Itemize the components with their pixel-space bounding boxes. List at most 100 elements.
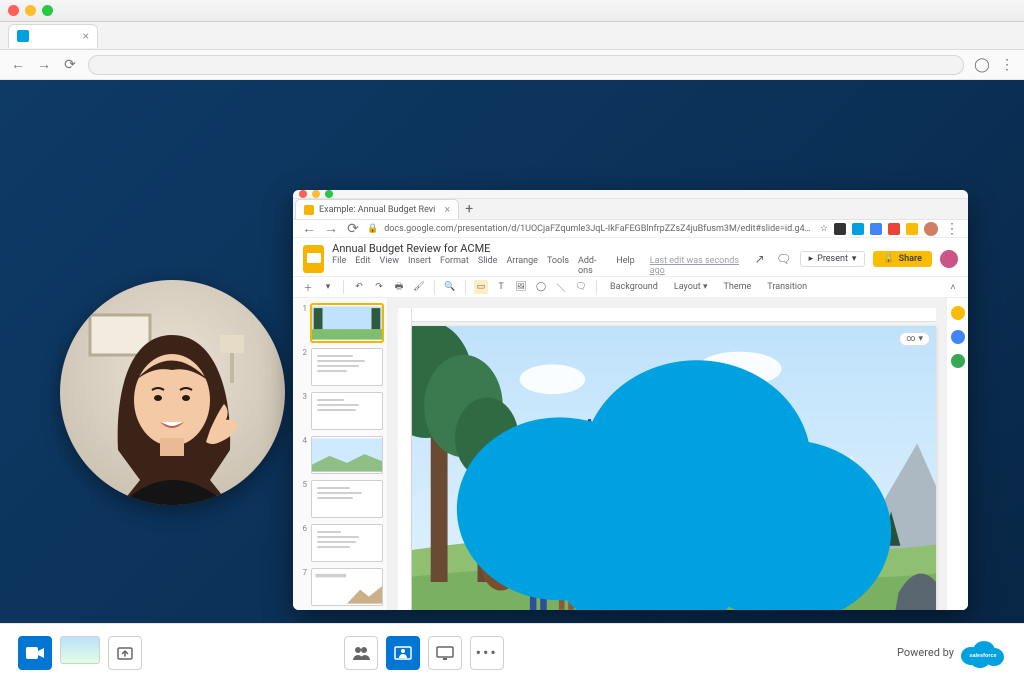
redo-icon[interactable]: ↷ [372, 280, 386, 294]
window-close-icon[interactable] [8, 5, 19, 16]
toolbar-theme-button[interactable]: Theme [719, 281, 757, 293]
slide-thumbnail[interactable] [311, 480, 383, 518]
menu-arrange[interactable]: Arrange [506, 256, 538, 276]
tasks-icon[interactable] [951, 330, 965, 344]
extension-icon[interactable] [852, 223, 864, 235]
menu-help[interactable]: Help [616, 256, 634, 276]
menu-addons[interactable]: Add-ons [578, 256, 607, 276]
back-icon[interactable]: ← [10, 56, 26, 73]
inner-reload-icon[interactable]: ⟳ [345, 221, 361, 237]
slides-favicon-icon [304, 205, 314, 215]
window-minimize-icon[interactable] [25, 5, 36, 16]
extension-icon[interactable] [870, 223, 882, 235]
inner-zoom-icon[interactable] [325, 190, 333, 198]
outer-url-bar[interactable] [88, 55, 964, 75]
participant-avatar-icon [60, 280, 285, 505]
slide-thumbnail[interactable] [311, 304, 383, 342]
slide-link-chip[interactable]: ∞ ▾ [899, 332, 930, 346]
print-icon[interactable]: 🖶 [392, 280, 406, 294]
keep-icon[interactable] [951, 306, 965, 320]
inner-minimize-icon[interactable] [312, 190, 320, 198]
inner-menu-icon[interactable]: ⋮ [944, 221, 960, 237]
new-slide-icon[interactable]: ＋ [301, 280, 315, 294]
chevron-down-icon: ▾ [918, 334, 923, 344]
menu-format[interactable]: Format [440, 256, 469, 276]
screen-only-button[interactable] [428, 636, 462, 670]
person-screen-icon [394, 646, 412, 660]
slide-thumbnail[interactable] [311, 392, 383, 430]
presentation-title[interactable]: Annual Budget Review for ACME [332, 242, 743, 255]
inner-browser-tab[interactable]: Example: Annual Budget Revi × [295, 199, 459, 219]
share-upward-icon [117, 645, 133, 661]
inner-tab-close-icon[interactable]: × [444, 203, 450, 216]
shape-icon[interactable]: ◯ [534, 280, 548, 294]
inner-forward-icon[interactable]: → [323, 220, 339, 237]
profile-avatar-icon[interactable] [924, 222, 938, 236]
profile-icon[interactable]: ◯ [974, 57, 990, 73]
camera-toggle-button[interactable] [18, 636, 52, 670]
toolbar-layout-button[interactable]: Layout ▾ [669, 281, 713, 293]
new-tab-icon[interactable]: + [459, 201, 479, 217]
participant-video-bubble[interactable] [60, 280, 285, 505]
meeting-action-bar: ••• Powered by salesforce [0, 623, 1024, 681]
slide-thumbnail[interactable] [311, 348, 383, 386]
undo-icon[interactable]: ↶ [352, 280, 366, 294]
slide-thumbnail[interactable] [311, 568, 383, 606]
share-screen-button[interactable] [108, 636, 142, 670]
reload-icon[interactable]: ⟳ [62, 57, 78, 73]
slides-menubar: File Edit View Insert Format Slide Arran… [332, 256, 743, 276]
menu-file[interactable]: File [332, 256, 346, 276]
vertical-ruler [398, 308, 412, 610]
forward-icon[interactable]: → [36, 56, 52, 73]
slides-logo-icon[interactable] [303, 245, 324, 273]
hide-menus-icon[interactable]: ˄ [946, 280, 960, 294]
slide-number: 1 [297, 304, 307, 313]
toolbar-transition-button[interactable]: Transition [762, 281, 812, 293]
inner-close-icon[interactable] [299, 190, 307, 198]
slide-thumbnail[interactable] [311, 436, 383, 474]
chevron-down-icon[interactable]: ▾ [321, 280, 335, 294]
zoom-icon[interactable]: 🔍 [443, 280, 457, 294]
salesforce-logo-icon: salesforce [960, 638, 1006, 668]
share-button[interactable]: 🔒 Share [873, 251, 932, 267]
lock-icon: 🔒 [367, 224, 378, 234]
inner-back-icon[interactable]: ← [301, 220, 317, 237]
extension-icon[interactable] [888, 223, 900, 235]
menu-tools[interactable]: Tools [547, 256, 569, 276]
paint-format-icon[interactable]: 🖌 [412, 280, 426, 294]
more-options-button[interactable]: ••• [470, 636, 504, 670]
present-button[interactable]: ▸ Present ▾ [800, 251, 866, 267]
menu-insert[interactable]: Insert [408, 256, 431, 276]
slide-canvas[interactable]: Annual Budget Review July 4, 2020 Sally … [412, 326, 936, 610]
slide-thumbnail-panel[interactable]: 1 2 3 4 5 6 [293, 298, 388, 610]
comment-icon[interactable]: 🗨 [574, 280, 588, 294]
line-icon[interactable]: ＼ [554, 280, 568, 294]
comments-icon[interactable]: 🗨 [776, 251, 792, 267]
inner-tabstrip: Example: Annual Budget Revi × + [293, 199, 968, 220]
textbox-icon[interactable]: T [494, 280, 508, 294]
slide-thumbnail[interactable] [311, 524, 383, 562]
last-edit-text[interactable]: Last edit was seconds ago [650, 256, 744, 276]
menu-edit[interactable]: Edit [355, 256, 370, 276]
participants-button[interactable] [344, 636, 378, 670]
toolbar-background-button[interactable]: Background [605, 281, 663, 293]
browser-menu-icon[interactable]: ⋮ [1000, 57, 1014, 73]
slides-body: 1 2 3 4 5 6 [293, 298, 968, 610]
self-view-thumbnail[interactable] [60, 636, 100, 664]
account-avatar-icon[interactable] [940, 250, 958, 268]
inner-url-text[interactable]: docs.google.com/presentation/d/1UOCjaFZq… [384, 224, 814, 234]
bookmark-star-icon[interactable]: ☆ [820, 224, 828, 234]
image-icon[interactable]: 🖼 [514, 280, 528, 294]
extension-icon[interactable] [834, 223, 846, 235]
menu-view[interactable]: View [380, 256, 399, 276]
window-zoom-icon[interactable] [42, 5, 53, 16]
outer-browser-tab[interactable]: × [8, 24, 98, 48]
horizontal-ruler [412, 308, 936, 322]
select-tool-icon[interactable]: ▭ [474, 280, 488, 294]
activity-stream-icon[interactable]: ↗ [752, 251, 768, 267]
menu-slide[interactable]: Slide [478, 256, 498, 276]
tab-close-icon[interactable]: × [83, 29, 89, 43]
addons-icon[interactable] [951, 354, 965, 368]
extension-icon[interactable] [906, 223, 918, 235]
presenter-view-button[interactable] [386, 636, 420, 670]
